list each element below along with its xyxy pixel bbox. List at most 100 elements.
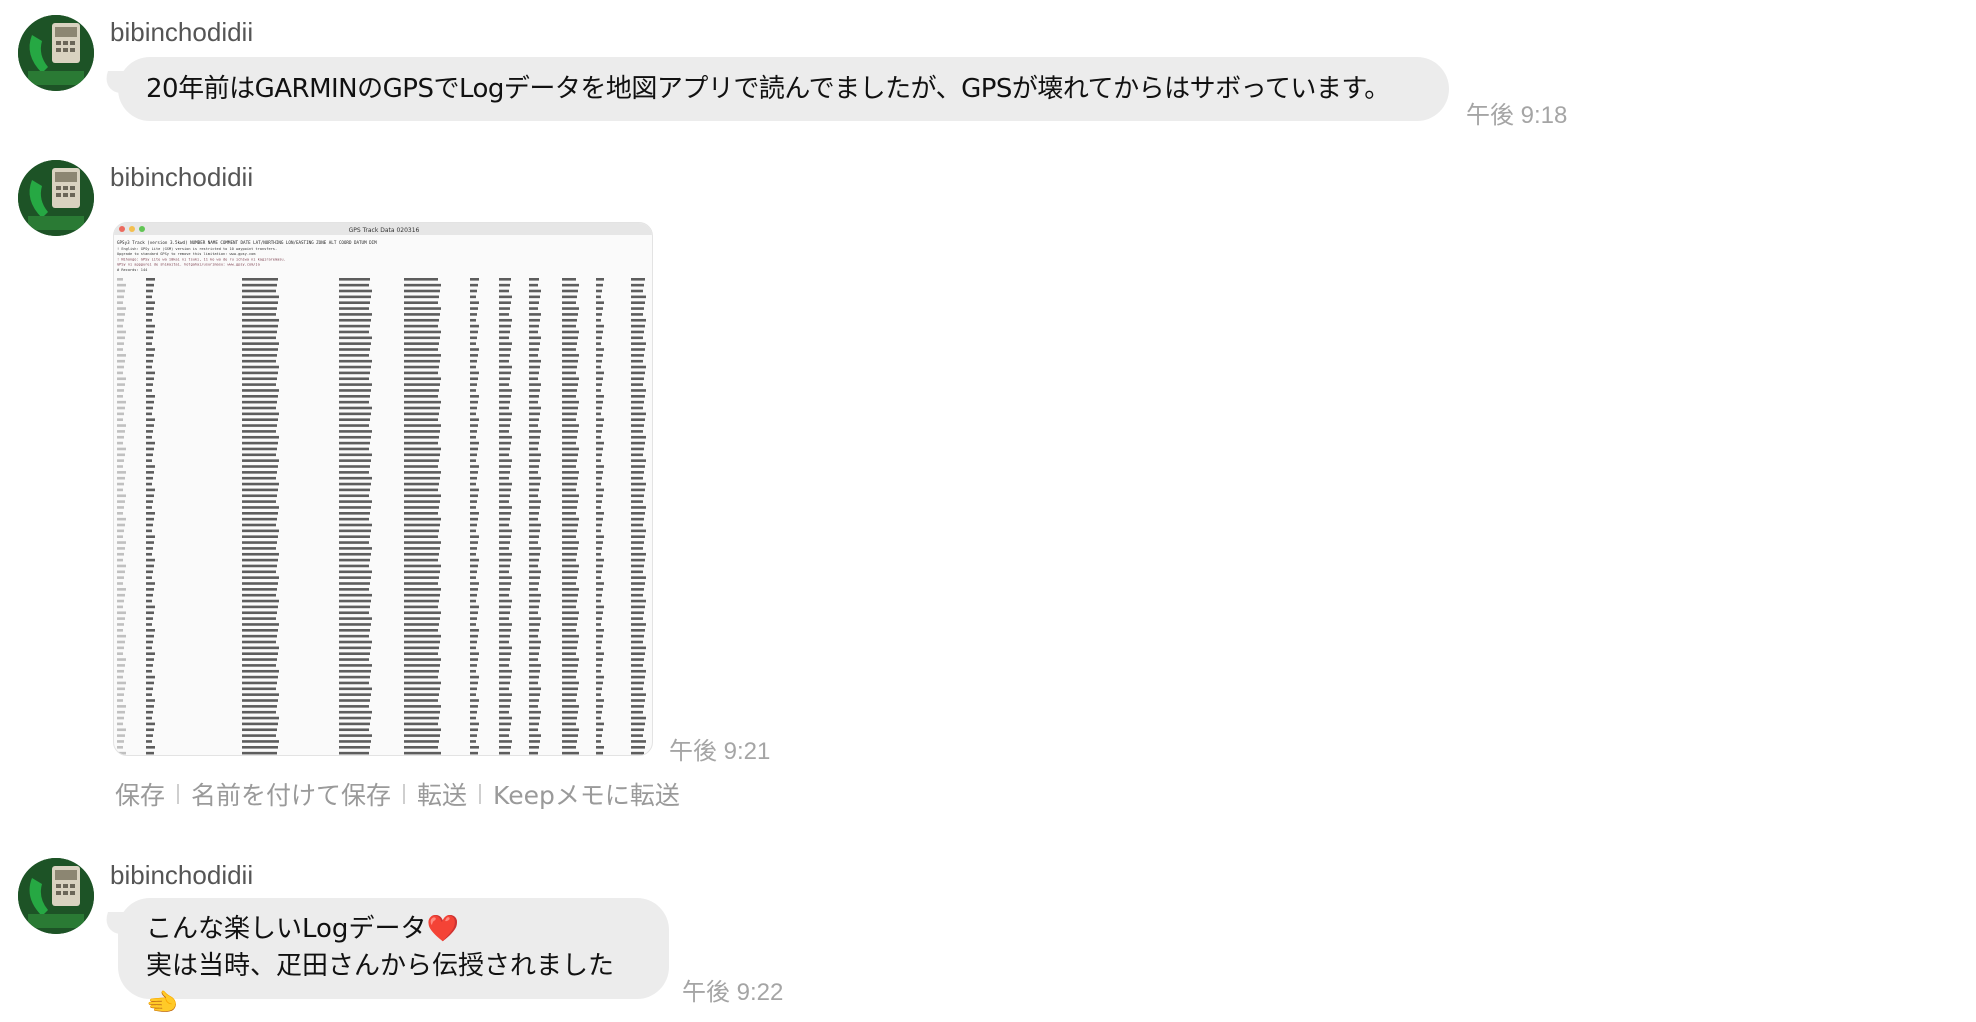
image-table-cell bbox=[404, 564, 441, 568]
image-table-cell bbox=[499, 582, 511, 585]
image-table-cell bbox=[499, 494, 510, 498]
image-table-cell bbox=[470, 629, 479, 632]
image-table-cell bbox=[404, 482, 439, 486]
image-table-cell bbox=[117, 681, 126, 685]
image-table-cell bbox=[470, 658, 478, 661]
image-table-cell bbox=[631, 740, 646, 743]
image-table-cell bbox=[499, 476, 509, 480]
forward-button[interactable]: 転送 bbox=[417, 776, 467, 812]
image-table-cell bbox=[242, 582, 278, 585]
image-table-cell bbox=[529, 664, 541, 667]
image-table-cell bbox=[596, 529, 601, 533]
image-table-cell bbox=[529, 295, 540, 299]
image-table-cell bbox=[339, 564, 369, 568]
image-table-cell bbox=[529, 500, 541, 503]
image-table-cell bbox=[562, 389, 577, 392]
image-table-cell bbox=[596, 629, 604, 632]
image-table-cell bbox=[529, 301, 539, 304]
image-table-cell bbox=[146, 605, 155, 609]
image-table-cell bbox=[631, 371, 645, 375]
image-table-cell bbox=[562, 278, 576, 281]
image-table-cell bbox=[146, 558, 155, 562]
image-table-cell bbox=[242, 740, 279, 743]
image-table-cell bbox=[596, 283, 603, 287]
shared-image[interactable]: GPS Track Data 020316 GPSy3 Track (versi… bbox=[113, 222, 653, 756]
image-table-cell bbox=[339, 500, 372, 503]
message-bubble[interactable]: こんな楽しいLogデータ❤️ 実は当時、疋田さんから伝授されました🫲 bbox=[118, 898, 669, 1018]
image-table-cell bbox=[470, 588, 478, 591]
image-table-cell bbox=[499, 342, 512, 345]
image-table-cell bbox=[146, 383, 153, 386]
image-table-cell bbox=[470, 675, 479, 679]
sender-avatar[interactable] bbox=[18, 858, 94, 934]
image-table-cell bbox=[596, 588, 603, 591]
image-table-cell bbox=[404, 623, 439, 626]
message-bubble[interactable]: 20年前はGARMINのGPSでLogデータを地図アプリで読んでましたが、GPS… bbox=[118, 57, 1449, 121]
image-table-cell bbox=[404, 669, 439, 673]
sender-avatar[interactable] bbox=[18, 160, 94, 236]
image-table-cell bbox=[499, 424, 510, 427]
image-table-cell bbox=[242, 710, 276, 714]
save-button[interactable]: 保存 bbox=[115, 776, 165, 812]
save-as-button[interactable]: 名前を付けて保存 bbox=[191, 776, 391, 812]
image-table-cell bbox=[146, 330, 154, 334]
image-table-cell bbox=[404, 746, 438, 749]
image-table-cell bbox=[631, 675, 645, 679]
sender-name: bibinchodidii bbox=[110, 860, 254, 890]
image-table-cell bbox=[404, 681, 441, 685]
image-table-cell bbox=[146, 705, 154, 708]
image-table-cell bbox=[242, 541, 277, 544]
image-table-cell bbox=[242, 599, 279, 603]
image-table-cell bbox=[562, 599, 577, 603]
image-table-cell bbox=[596, 395, 604, 398]
image-table-cell bbox=[499, 318, 512, 322]
sender-avatar[interactable] bbox=[18, 15, 94, 91]
image-table-cell bbox=[117, 389, 124, 392]
image-table-cell bbox=[339, 289, 372, 293]
image-table-cell bbox=[146, 699, 155, 702]
image-table-cell bbox=[631, 424, 644, 427]
image-table-cell bbox=[596, 517, 603, 521]
image-table-cell bbox=[529, 582, 539, 585]
image-table-cell bbox=[529, 722, 539, 726]
image-table-cell bbox=[631, 576, 646, 579]
image-table-cell bbox=[339, 330, 369, 334]
image-table-cell bbox=[499, 336, 509, 340]
image-table-cell bbox=[404, 599, 439, 603]
image-table-cell bbox=[529, 283, 538, 287]
image-table-cell bbox=[404, 605, 438, 609]
image-table-cell bbox=[596, 669, 601, 673]
image-table-cell bbox=[404, 424, 441, 427]
image-table-cell bbox=[470, 599, 476, 603]
image-table-cell bbox=[242, 476, 276, 480]
image-table-cell bbox=[529, 687, 541, 691]
forward-to-keep-button[interactable]: Keepメモに転送 bbox=[493, 776, 680, 812]
image-table-cell bbox=[404, 488, 438, 492]
image-table-cell bbox=[470, 430, 477, 433]
image-table-cell bbox=[117, 640, 125, 644]
image-table-cell bbox=[529, 617, 541, 620]
image-table-cell bbox=[339, 611, 369, 615]
image-table-cell bbox=[470, 593, 477, 597]
image-table-cell bbox=[631, 359, 643, 363]
image-table-cell bbox=[339, 465, 370, 468]
image-table-cell bbox=[470, 459, 476, 462]
image-table-cell bbox=[404, 471, 441, 474]
image-table-cell bbox=[529, 354, 538, 357]
image-table-cell bbox=[117, 342, 124, 345]
image-table-cell bbox=[242, 722, 278, 726]
image-table-cell bbox=[146, 324, 155, 328]
image-table-cell bbox=[631, 623, 646, 626]
image-table-cell bbox=[631, 348, 645, 351]
image-table-cell bbox=[499, 664, 509, 667]
image-table-cell bbox=[470, 377, 478, 381]
image-table-cell bbox=[242, 307, 277, 310]
image-table-cell bbox=[631, 746, 645, 749]
image-table-cell bbox=[470, 301, 479, 304]
image-table-cell bbox=[470, 295, 476, 299]
image-table-cell bbox=[562, 447, 579, 451]
image-table-cell bbox=[146, 365, 152, 369]
image-table-cell bbox=[562, 617, 578, 620]
image-table-cell bbox=[117, 278, 123, 281]
image-table-cell bbox=[529, 740, 540, 743]
